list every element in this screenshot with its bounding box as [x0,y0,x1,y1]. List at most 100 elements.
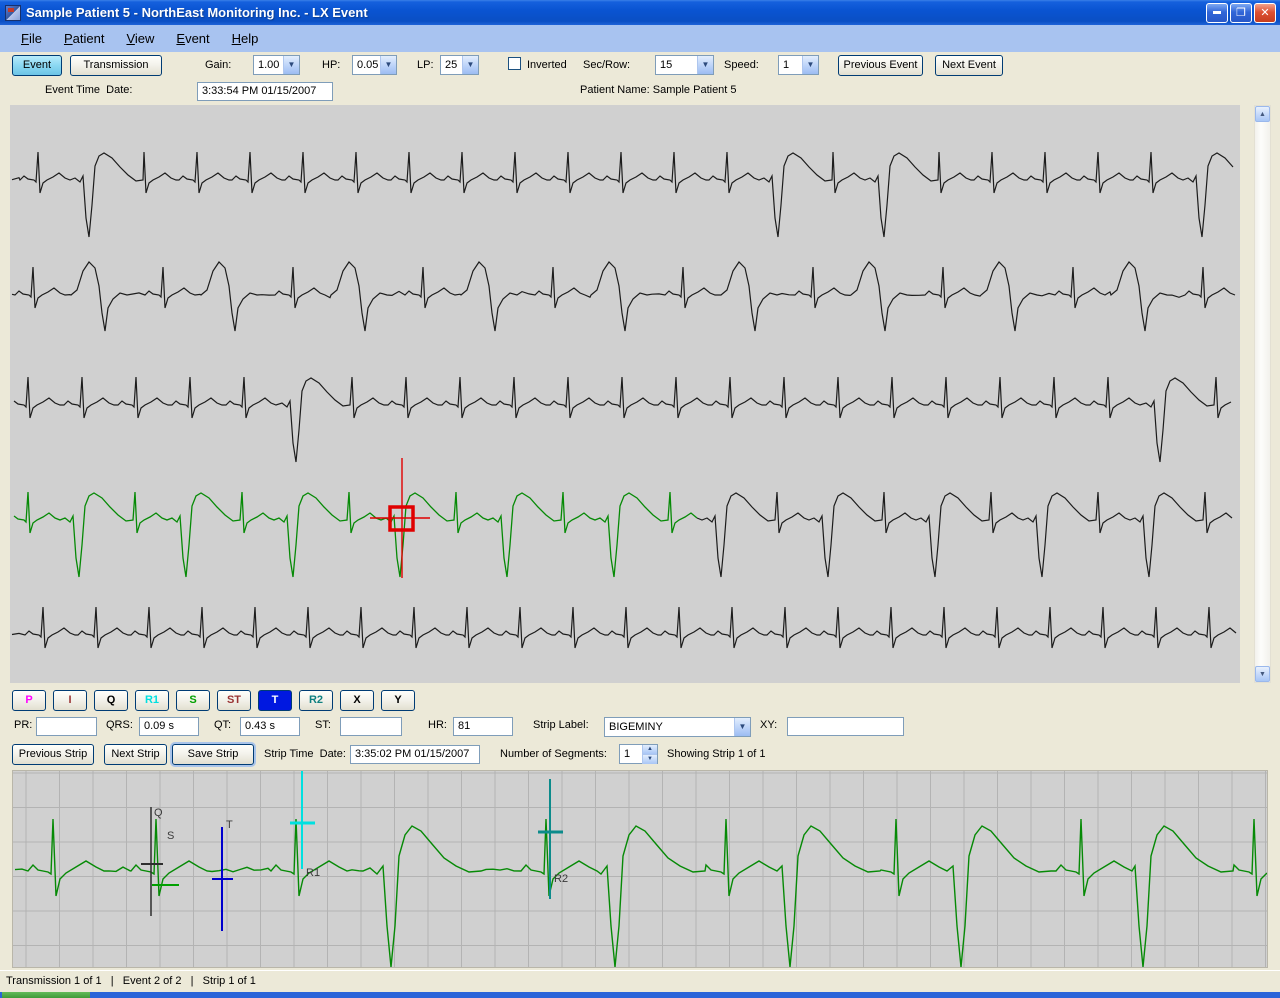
chevron-down-icon[interactable]: ▼ [380,56,396,74]
marker-button-q[interactable]: Q [94,690,128,711]
vertical-scrollbar[interactable]: ▲ ▼ [1254,105,1271,683]
sec-row-label: Sec/Row: [583,59,630,71]
status-text: Transmission 1 of 1 | Event 2 of 2 | Str… [6,975,256,987]
qt-label: QT: [214,719,231,731]
strip-area: QSTR1R2 [0,768,1280,970]
gain-label: Gain: [205,59,231,71]
gain-select[interactable]: 1.00 ▼ [253,55,300,75]
speed-label: Speed: [724,59,759,71]
ecg-main-area: ▲ ▼ [0,105,1280,687]
xy-label: XY: [760,719,777,731]
menu-patient[interactable]: Patient [53,27,115,50]
patient-name-label: Patient Name: Sample Patient 5 [580,84,737,96]
segments-label: Number of Segments: [500,748,607,760]
strip-marker-q-label: Q [154,807,163,819]
segments-value: 1 [620,745,642,763]
minimize-icon [1213,11,1221,14]
marker-button-r1[interactable]: R1 [135,690,169,711]
qrs-field[interactable]: 0.09 s [139,717,199,736]
previous-strip-button[interactable]: Previous Strip [12,744,94,765]
strip-time-label: Strip Time Date: [264,748,346,760]
showing-strip-label: Showing Strip 1 of 1 [667,748,765,760]
marker-button-p[interactable]: P [12,690,46,711]
strip-marker-s-label: S [167,830,174,842]
event-button[interactable]: Event [12,55,62,76]
event-time-field[interactable]: 3:33:54 PM 01/15/2007 [197,82,333,101]
menu-event[interactable]: Event [165,27,220,50]
qrs-label: QRS: [106,719,133,731]
chevron-down-icon[interactable]: ▼ [283,56,299,74]
row-3-trace [14,377,1231,462]
scroll-down-icon[interactable]: ▼ [1255,666,1270,682]
hr-label: HR: [428,719,447,731]
hp-select[interactable]: 0.05 ▼ [352,55,397,75]
strip-label-value: BIGEMINY [605,718,734,736]
window-title: Sample Patient 5 - NorthEast Monitoring … [26,5,368,20]
sec-row-value: 15 [656,56,697,74]
strip-label-select[interactable]: BIGEMINY ▼ [604,717,751,737]
row-4-trace-black [697,492,1232,577]
menu-bar: FilePatientViewEventHelp [0,25,1280,52]
spinner-up-icon[interactable]: ▲ [642,745,657,754]
speed-value: 1 [779,56,802,74]
status-bar: Transmission 1 of 1 | Event 2 of 2 | Str… [0,970,1280,992]
title-bar: Sample Patient 5 - NorthEast Monitoring … [0,0,1280,25]
ecg-strip-canvas[interactable]: QSTR1R2 [12,770,1268,968]
gain-value: 1.00 [254,56,283,74]
segments-spinner[interactable]: 1 ▲ ▼ [619,744,658,764]
minimize-button[interactable] [1206,3,1228,23]
marker-buttons-row: PIQ R1 S ST T R2 XY [0,687,1280,713]
scroll-up-icon[interactable]: ▲ [1255,106,1270,122]
previous-event-button[interactable]: Previous Event [838,55,923,76]
marker-button-y[interactable]: Y [381,690,415,711]
xy-field[interactable] [787,717,904,736]
save-strip-button[interactable]: Save Strip [172,744,254,765]
app-window: Sample Patient 5 - NorthEast Monitoring … [0,0,1280,998]
chevron-down-icon[interactable]: ▼ [802,56,818,74]
strip-label-label: Strip Label: [533,719,589,731]
inverted-checkbox[interactable] [508,57,521,70]
next-event-button[interactable]: Next Event [935,55,1003,76]
chevron-down-icon[interactable]: ▼ [462,56,478,74]
menu-view[interactable]: View [115,27,165,50]
hr-field[interactable]: 81 [453,717,513,736]
qt-field[interactable]: 0.43 s [240,717,300,736]
strip-marker-t-label: T [226,819,233,831]
restore-button[interactable]: ❐ [1230,3,1252,23]
menu-help[interactable]: Help [221,27,270,50]
ecg-main-canvas[interactable] [10,105,1240,683]
marker-button-st[interactable]: ST [217,690,251,711]
transmission-button[interactable]: Transmission [70,55,162,76]
row-4-trace-green [14,492,697,577]
event-time-label: Event Time Date: [45,84,132,96]
marker-button-i[interactable]: I [53,690,87,711]
taskbar[interactable] [0,992,1280,998]
strip-time-field[interactable]: 3:35:02 PM 01/15/2007 [350,745,480,764]
app-icon [5,5,21,21]
strip-controls-row: Previous Strip Next Strip Save Strip Str… [0,740,1280,768]
chevron-down-icon[interactable]: ▼ [734,718,750,736]
chevron-down-icon[interactable]: ▼ [697,56,713,74]
close-button[interactable]: ✕ [1254,3,1276,23]
toolbar: Event Transmission Gain: 1.00 ▼ HP: 0.05… [0,52,1280,78]
marker-button-r2[interactable]: R2 [299,690,333,711]
lp-label: LP: [417,59,434,71]
sec-row-select[interactable]: 15 ▼ [655,55,714,75]
start-button-fragment[interactable] [2,992,90,998]
pr-field[interactable] [36,717,97,736]
strip-marker-r2-label: R2 [554,873,568,885]
lp-select[interactable]: 25 ▼ [440,55,479,75]
strip-trace [15,819,1267,967]
menu-file[interactable]: File [10,27,53,50]
spinner-arrows: ▲ ▼ [642,745,657,763]
inverted-label: Inverted [527,59,567,71]
marker-button-x[interactable]: X [340,690,374,711]
st-field[interactable] [340,717,402,736]
measurements-row: PR: QRS: 0.09 s QT: 0.43 s ST: HR: 81 St… [0,713,1280,740]
marker-button-t[interactable]: T [258,690,292,711]
spinner-down-icon[interactable]: ▼ [642,754,657,764]
next-strip-button[interactable]: Next Strip [104,744,167,765]
marker-button-s[interactable]: S [176,690,210,711]
speed-select[interactable]: 1 ▼ [778,55,819,75]
hp-label: HP: [322,59,340,71]
